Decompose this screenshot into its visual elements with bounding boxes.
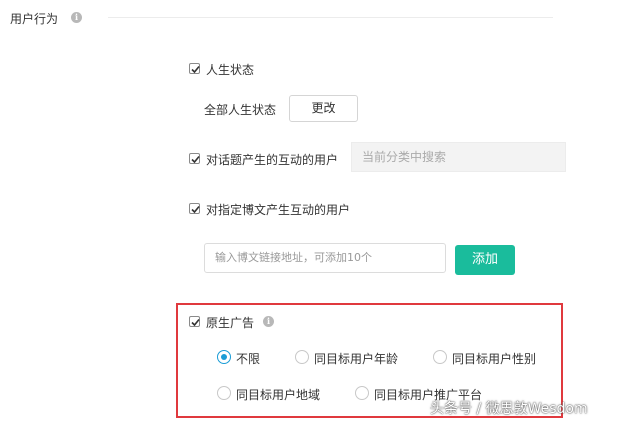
radio-same-platform[interactable]: [355, 386, 369, 400]
info-icon[interactable]: i: [71, 12, 82, 23]
radio-label-unlimited: 不限: [236, 352, 261, 366]
native-ad-checkbox[interactable]: [189, 316, 200, 327]
section-divider: [108, 17, 553, 18]
native-ad-label: 原生广告: [206, 316, 255, 330]
check-icon: [191, 65, 200, 74]
life-status-label: 人生状态: [206, 63, 255, 77]
radio-unlimited[interactable]: [217, 350, 231, 364]
check-icon: [191, 155, 200, 164]
category-search-input[interactable]: 当前分类中搜索: [351, 142, 566, 172]
post-url-input[interactable]: 输入博文链接地址，可添加10个: [204, 243, 446, 273]
all-life-status-label: 全部人生状态: [204, 103, 277, 117]
change-button[interactable]: 更改: [289, 95, 358, 122]
topic-interact-checkbox[interactable]: [189, 153, 200, 164]
radio-same-age[interactable]: [295, 350, 309, 364]
watermark: 头条号 / 微思敦Wesdom: [430, 401, 588, 417]
check-icon: [191, 318, 200, 327]
info-icon[interactable]: i: [263, 316, 274, 327]
radio-label-same-age: 同目标用户年龄: [314, 352, 399, 366]
post-interact-label: 对指定博文产生互动的用户: [206, 203, 351, 217]
radio-label-same-gender: 同目标用户性别: [452, 352, 537, 366]
radio-same-region[interactable]: [217, 386, 231, 400]
life-status-checkbox[interactable]: [189, 63, 200, 74]
topic-interact-label: 对话题产生的互动的用户: [206, 153, 339, 167]
add-button[interactable]: 添加: [455, 245, 515, 275]
post-interact-checkbox[interactable]: [189, 203, 200, 214]
radio-same-gender[interactable]: [433, 350, 447, 364]
check-icon: [191, 205, 200, 214]
radio-label-same-region: 同目标用户地域: [236, 388, 321, 402]
section-title: 用户行为: [10, 12, 59, 26]
